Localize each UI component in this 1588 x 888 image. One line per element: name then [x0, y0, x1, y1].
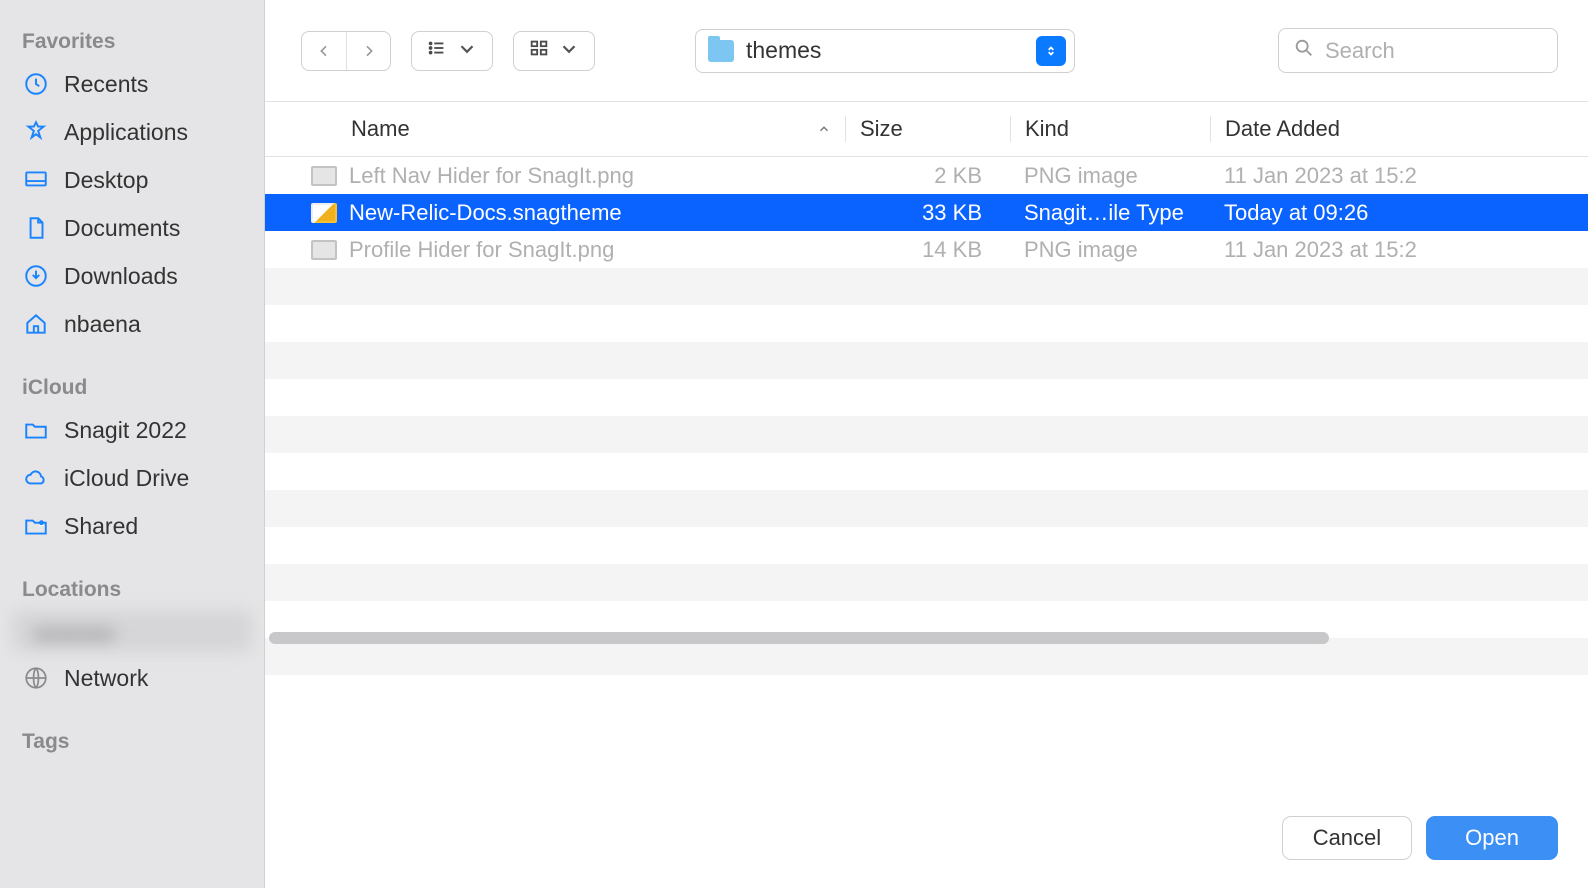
sidebar: Favorites Recents Applications Desktop D… — [0, 0, 265, 888]
sidebar-section-locations: Locations — [0, 568, 264, 608]
sidebar-item-label: Snagit 2022 — [64, 417, 187, 444]
empty-row — [265, 379, 1588, 416]
sidebar-item-home[interactable]: nbaena — [0, 300, 264, 348]
file-name: Left Nav Hider for SnagIt.png — [349, 163, 634, 189]
column-header-kind[interactable]: Kind — [1010, 116, 1210, 142]
chevron-down-icon — [558, 38, 580, 63]
sidebar-item-hidden[interactable]: xxxxxxx — [12, 610, 252, 652]
file-date: Today at 09:26 — [1210, 200, 1588, 226]
file-name: New-Relic-Docs.snagtheme — [349, 200, 622, 226]
sidebar-item-snagit[interactable]: Snagit 2022 — [0, 406, 264, 454]
sidebar-item-label: Recents — [64, 71, 148, 98]
file-size: 33 KB — [845, 200, 1010, 226]
dialog-footer: Cancel Open — [265, 768, 1588, 888]
empty-row — [265, 564, 1588, 601]
file-name: Profile Hider for SnagIt.png — [349, 237, 614, 263]
sidebar-item-label: Applications — [64, 119, 188, 146]
file-date: 11 Jan 2023 at 15:2 — [1210, 237, 1588, 263]
snagtheme-file-icon — [311, 203, 337, 223]
empty-row — [265, 268, 1588, 305]
column-header-date[interactable]: Date Added — [1210, 116, 1588, 142]
folder-path-select[interactable]: themes — [695, 29, 1075, 73]
downloads-icon — [22, 262, 50, 290]
sidebar-section-favorites: Favorites — [0, 20, 264, 60]
empty-row — [265, 527, 1588, 564]
sidebar-item-label: Downloads — [64, 263, 178, 290]
sidebar-item-label: Documents — [64, 215, 180, 242]
sidebar-section-icloud: iCloud — [0, 366, 264, 406]
sidebar-item-network[interactable]: Network — [0, 654, 264, 702]
empty-row — [265, 453, 1588, 490]
column-header-name[interactable]: Name — [265, 116, 845, 142]
sidebar-item-label: Network — [64, 665, 148, 692]
sidebar-item-label: iCloud Drive — [64, 465, 189, 492]
file-date: 11 Jan 2023 at 15:2 — [1210, 163, 1588, 189]
sidebar-item-label: Desktop — [64, 167, 148, 194]
file-list: Left Nav Hider for SnagIt.png 2 KB PNG i… — [265, 157, 1588, 768]
chevron-down-icon — [456, 38, 478, 63]
toolbar: themes — [265, 0, 1588, 102]
image-file-icon — [311, 240, 337, 260]
file-kind: PNG image — [1010, 237, 1210, 263]
column-headers: Name Size Kind Date Added — [265, 102, 1588, 157]
folder-icon — [708, 40, 734, 62]
shared-folder-icon — [22, 512, 50, 540]
group-by-button[interactable] — [513, 31, 595, 71]
search-input[interactable] — [1325, 38, 1543, 64]
cloud-icon — [22, 464, 50, 492]
desktop-icon — [22, 166, 50, 194]
chevron-up-icon — [817, 116, 831, 142]
file-row[interactable]: Left Nav Hider for SnagIt.png 2 KB PNG i… — [265, 157, 1588, 194]
empty-row — [265, 342, 1588, 379]
folder-icon — [22, 416, 50, 444]
view-mode-button[interactable] — [411, 31, 493, 71]
file-size: 14 KB — [845, 237, 1010, 263]
sidebar-item-applications[interactable]: Applications — [0, 108, 264, 156]
sidebar-item-recents[interactable]: Recents — [0, 60, 264, 108]
empty-row — [265, 416, 1588, 453]
sidebar-item-desktop[interactable]: Desktop — [0, 156, 264, 204]
current-folder-name: themes — [746, 37, 1024, 64]
nav-button-group — [301, 31, 391, 71]
horizontal-scrollbar[interactable] — [269, 632, 1329, 644]
image-file-icon — [311, 166, 337, 186]
forward-button[interactable] — [346, 32, 390, 70]
clock-icon — [22, 70, 50, 98]
document-icon — [22, 214, 50, 242]
sidebar-section-tags: Tags — [0, 720, 264, 760]
sidebar-item-icloud-drive[interactable]: iCloud Drive — [0, 454, 264, 502]
sidebar-item-downloads[interactable]: Downloads — [0, 252, 264, 300]
column-header-size[interactable]: Size — [845, 116, 1010, 142]
file-row[interactable]: New-Relic-Docs.snagtheme 33 KB Snagit…il… — [265, 194, 1588, 231]
sidebar-item-documents[interactable]: Documents — [0, 204, 264, 252]
grid-icon — [528, 37, 550, 64]
file-kind: Snagit…ile Type — [1010, 200, 1210, 226]
empty-row — [265, 490, 1588, 527]
updown-stepper-icon — [1036, 36, 1066, 66]
sidebar-item-shared[interactable]: Shared — [0, 502, 264, 550]
file-row[interactable]: Profile Hider for SnagIt.png 14 KB PNG i… — [265, 231, 1588, 268]
cancel-button[interactable]: Cancel — [1282, 816, 1412, 860]
sidebar-item-label: Shared — [64, 513, 138, 540]
file-size: 2 KB — [845, 163, 1010, 189]
app-icon — [22, 118, 50, 146]
list-icon — [426, 37, 448, 64]
sidebar-item-label: nbaena — [64, 311, 141, 338]
search-field[interactable] — [1278, 28, 1558, 73]
home-icon — [22, 310, 50, 338]
search-icon — [1293, 37, 1315, 64]
open-button[interactable]: Open — [1426, 816, 1558, 860]
back-button[interactable] — [302, 32, 346, 70]
empty-row — [265, 305, 1588, 342]
globe-icon — [22, 664, 50, 692]
file-kind: PNG image — [1010, 163, 1210, 189]
main-content: themes Name Size Kind Date Added Left Na… — [265, 0, 1588, 888]
